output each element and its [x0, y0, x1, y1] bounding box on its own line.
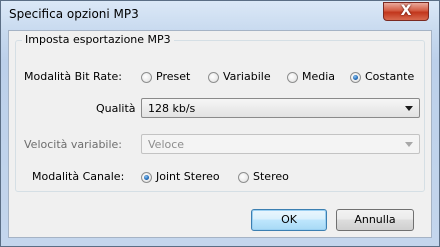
mp3-options-dialog: Specifica opzioni MP3 X Imposta esportaz…: [0, 0, 440, 247]
close-button[interactable]: X: [383, 2, 429, 21]
quality-label: Qualità: [96, 102, 136, 115]
dialog-body: Imposta esportazione MP3 Modalità Bit Ra…: [8, 30, 432, 238]
radio-media-label[interactable]: Media: [302, 70, 335, 83]
variable-speed-value: Veloce: [148, 138, 185, 151]
radio-variabile[interactable]: [208, 72, 219, 83]
radio-preset[interactable]: [141, 72, 152, 83]
export-settings-group: Imposta esportazione MP3 Modalità Bit Ra…: [15, 33, 425, 192]
variable-speed-dropdown[interactable]: Veloce: [141, 134, 420, 154]
radio-preset-label[interactable]: Preset: [156, 70, 190, 83]
ok-button[interactable]: OK: [251, 209, 327, 231]
bitrate-mode-label: Modalità Bit Rate:: [24, 70, 122, 83]
radio-costante-label[interactable]: Costante: [365, 70, 414, 83]
close-icon: X: [400, 3, 412, 19]
chevron-down-icon: [405, 106, 413, 111]
radio-media[interactable]: [287, 72, 298, 83]
quality-value: 128 kb/s: [148, 102, 196, 115]
quality-dropdown[interactable]: 128 kb/s: [141, 98, 420, 118]
radio-joint-stereo-label[interactable]: Joint Stereo: [156, 170, 220, 183]
channel-mode-label: Modalità Canale:: [32, 170, 125, 183]
radio-stereo[interactable]: [238, 172, 249, 183]
chevron-down-icon: [405, 142, 413, 147]
title-bar[interactable]: Specifica opzioni MP3 X: [1, 1, 439, 27]
radio-variabile-label[interactable]: Variabile: [223, 70, 271, 83]
radio-stereo-label[interactable]: Stereo: [253, 170, 289, 183]
group-title: Imposta esportazione MP3: [22, 33, 174, 46]
window-title: Specifica opzioni MP3: [9, 7, 139, 21]
radio-costante[interactable]: [350, 72, 361, 83]
radio-joint-stereo[interactable]: [141, 172, 152, 183]
variable-speed-label: Velocità variabile:: [24, 138, 123, 151]
cancel-button[interactable]: Annulla: [336, 209, 414, 231]
